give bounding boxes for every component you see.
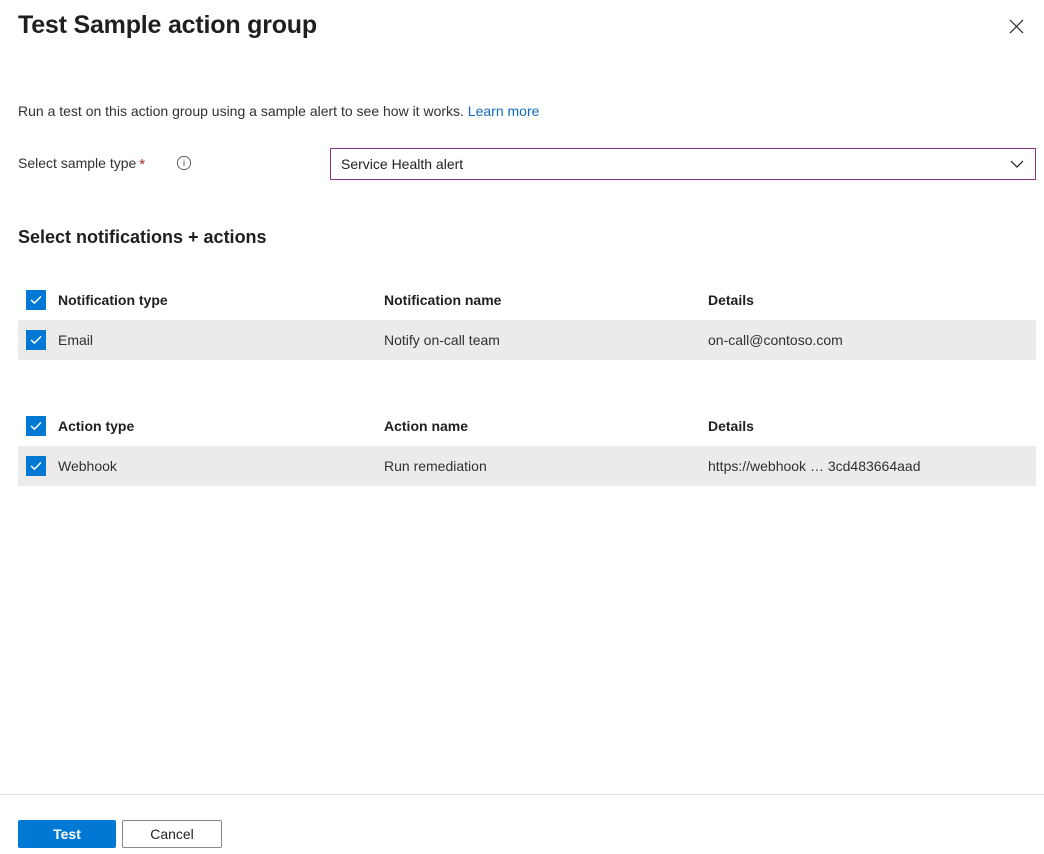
sample-type-dropdown[interactable]: Service Health alert xyxy=(330,148,1036,180)
test-action-group-blade: Test Sample action group Run a test on t… xyxy=(0,0,1044,854)
actions-header-row: Action type Action name Details xyxy=(18,406,1036,446)
section-title-notifications-actions: Select notifications + actions xyxy=(18,224,267,250)
actions-select-all-checkbox[interactable] xyxy=(26,416,46,436)
close-button[interactable] xyxy=(1000,12,1032,44)
cell-action-name: Run remediation xyxy=(384,456,704,476)
blade-description: Run a test on this action group using a … xyxy=(18,101,539,121)
sample-type-label-text: Select sample type xyxy=(18,155,136,171)
description-text: Run a test on this action group using a … xyxy=(18,103,464,119)
required-marker: * xyxy=(139,156,145,173)
column-header-action-type: Action type xyxy=(58,416,388,436)
blade-footer: Test Cancel xyxy=(0,795,1044,854)
cell-notification-details: on-call@contoso.com xyxy=(708,330,1028,350)
actions-grid: Action type Action name Details Webhook … xyxy=(18,406,1036,486)
column-header-notification-name: Notification name xyxy=(384,290,704,310)
blade-header: Test Sample action group xyxy=(0,0,1044,60)
column-header-action-name: Action name xyxy=(384,416,704,436)
column-header-notification-details: Details xyxy=(708,290,1028,310)
cancel-button[interactable]: Cancel xyxy=(122,820,222,848)
table-row[interactable]: Email Notify on-call team on-call@contos… xyxy=(18,320,1036,360)
cell-action-details: https://webhook … 3cd483664aad xyxy=(708,456,1028,476)
cell-notification-type: Email xyxy=(58,330,388,350)
table-row[interactable]: Webhook Run remediation https://webhook … xyxy=(18,446,1036,486)
sample-type-field-row: Select sample type* Service Health alert xyxy=(0,148,1044,180)
column-header-action-details: Details xyxy=(708,416,1028,436)
row-checkbox-email[interactable] xyxy=(26,330,46,350)
sample-type-selected-value: Service Health alert xyxy=(341,154,1009,174)
test-button[interactable]: Test xyxy=(18,820,116,848)
learn-more-link[interactable]: Learn more xyxy=(468,103,540,119)
close-icon xyxy=(1009,19,1024,37)
chevron-down-icon xyxy=(1009,156,1025,172)
cell-action-type: Webhook xyxy=(58,456,388,476)
cell-notification-name: Notify on-call team xyxy=(384,330,704,350)
info-icon[interactable] xyxy=(176,155,192,171)
sample-type-label: Select sample type* xyxy=(18,153,145,175)
notifications-grid: Notification type Notification name Deta… xyxy=(18,280,1036,360)
page-title: Test Sample action group xyxy=(18,8,317,42)
row-checkbox-webhook[interactable] xyxy=(26,456,46,476)
notifications-select-all-checkbox[interactable] xyxy=(26,290,46,310)
notifications-header-row: Notification type Notification name Deta… xyxy=(18,280,1036,320)
column-header-notification-type: Notification type xyxy=(58,290,388,310)
